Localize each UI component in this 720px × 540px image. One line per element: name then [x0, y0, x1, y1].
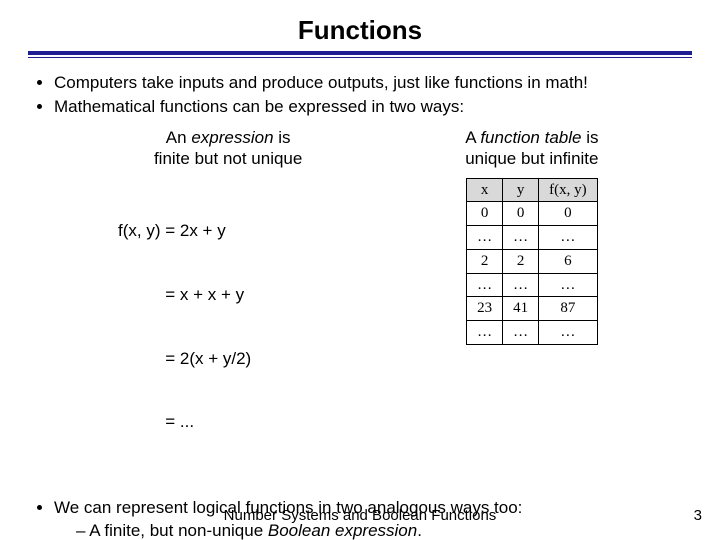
cell: 6 — [539, 249, 598, 273]
cell: 87 — [539, 297, 598, 321]
cell: … — [467, 273, 503, 297]
table-row: … … … — [467, 273, 598, 297]
rh-pre: A — [465, 128, 480, 147]
cell: 2 — [467, 249, 503, 273]
function-table: x y f(x, y) 0 0 0 … … … 2 2 6 — [466, 178, 598, 345]
lh-em: expression — [191, 128, 273, 147]
expr-l4: = ... — [118, 411, 368, 432]
cell: 2 — [503, 249, 539, 273]
title-rule-thick — [28, 51, 692, 55]
page-number: 3 — [694, 507, 702, 526]
footer-text: Number Systems and Boolean Functions — [0, 507, 720, 526]
cell: … — [539, 226, 598, 250]
table-row: … … … — [467, 226, 598, 250]
cell: … — [503, 321, 539, 345]
cell: … — [503, 273, 539, 297]
lh-line2: finite but not unique — [154, 149, 302, 168]
cell: … — [539, 273, 598, 297]
cell: 0 — [467, 202, 503, 226]
expr-l1: f(x, y) = 2x + y — [118, 220, 368, 241]
bullet-2: Mathematical functions can be expressed … — [54, 96, 692, 117]
rh-line2: unique but infinite — [465, 149, 598, 168]
cell: … — [539, 321, 598, 345]
cell: … — [467, 226, 503, 250]
right-heading: A function table is unique but infinite — [392, 127, 672, 170]
left-column: An expression is finite but not unique f… — [88, 127, 368, 475]
right-column: A function table is unique but infinite … — [392, 127, 672, 475]
th-x: x — [467, 178, 503, 202]
th-y: y — [503, 178, 539, 202]
title-rule-thin — [28, 57, 692, 58]
table-row: 23 41 87 — [467, 297, 598, 321]
lh-post: is — [274, 128, 291, 147]
cell: 0 — [503, 202, 539, 226]
expr-l2: = x + x + y — [118, 284, 368, 305]
two-columns: An expression is finite but not unique f… — [88, 127, 672, 475]
rh-em: function table — [480, 128, 581, 147]
cell: 41 — [503, 297, 539, 321]
table-header-row: x y f(x, y) — [467, 178, 598, 202]
table-row: 2 2 6 — [467, 249, 598, 273]
bullet-1: Computers take inputs and produce output… — [54, 72, 692, 93]
cell: 0 — [539, 202, 598, 226]
top-bullets: Computers take inputs and produce output… — [30, 72, 692, 118]
slide: Functions Computers take inputs and prod… — [0, 0, 720, 540]
cell: 23 — [467, 297, 503, 321]
cell: … — [503, 226, 539, 250]
th-f: f(x, y) — [539, 178, 598, 202]
lh-pre: An — [166, 128, 192, 147]
table-row: … … … — [467, 321, 598, 345]
expr-l3: = 2(x + y/2) — [118, 348, 368, 369]
table-row: 0 0 0 — [467, 202, 598, 226]
cell: … — [467, 321, 503, 345]
slide-title: Functions — [28, 14, 692, 47]
rh-post: is — [581, 128, 598, 147]
left-heading: An expression is finite but not unique — [88, 127, 368, 170]
expression-block: f(x, y) = 2x + y = x + x + y = 2(x + y/2… — [118, 178, 368, 476]
